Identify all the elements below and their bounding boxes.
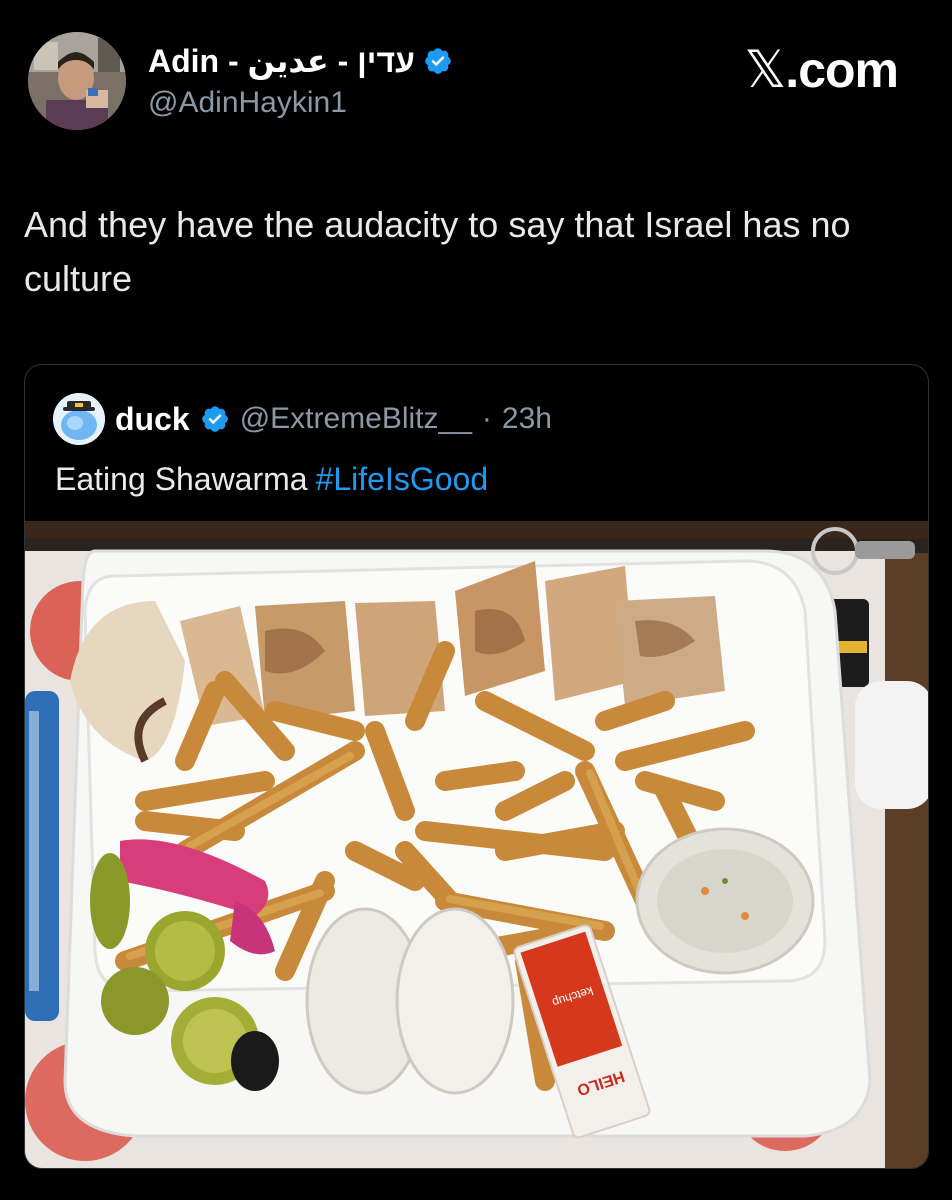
quoted-text-body: Eating Shawarma <box>55 461 308 497</box>
quoted-handle[interactable]: @ExtremeBlitz__ <box>240 402 472 436</box>
quoted-header: duck @ExtremeBlitz__ · 23h <box>53 393 552 445</box>
quoted-media-photo[interactable]: HEILO ketchup <box>25 521 928 1168</box>
quoted-avatar[interactable] <box>53 393 105 445</box>
author-name-row: Adin - עדין - عدين <box>148 42 453 80</box>
quoted-tweet-card[interactable]: duck @ExtremeBlitz__ · 23h Eating Shawar… <box>24 364 929 1169</box>
quoted-timestamp[interactable]: 23h <box>502 402 552 436</box>
verified-badge-icon <box>425 48 451 74</box>
hashtag-link[interactable]: #LifeIsGood <box>316 461 489 498</box>
author-handle[interactable]: @AdinHaykin1 <box>148 86 347 120</box>
brand-suffix: .com <box>785 42 899 98</box>
verified-badge-icon <box>201 406 228 432</box>
author-display-name[interactable]: Adin - עדין - عدين <box>148 42 415 80</box>
x-brand: 𝕏 .com <box>744 40 899 100</box>
tweet-text: And they have the audacity to say that I… <box>24 204 851 299</box>
separator-dot: · <box>481 402 492 435</box>
quoted-display-name[interactable]: duck <box>115 401 190 438</box>
author-avatar[interactable] <box>28 32 126 130</box>
x-logo-icon: 𝕏 <box>744 40 786 100</box>
tweet-header: Adin - עדין - عدين @AdinHaykin1 𝕏 .com <box>0 0 952 160</box>
quoted-text: Eating Shawarma #LifeIsGood <box>55 461 488 498</box>
shawarma-plate-illustration: HEILO ketchup <box>25 521 928 1168</box>
